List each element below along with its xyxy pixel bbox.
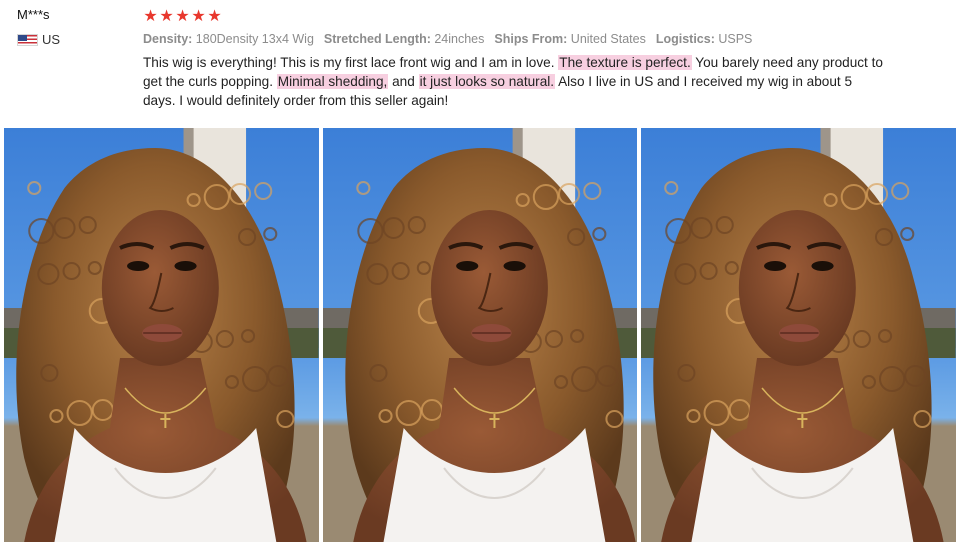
- review-text-segment: and: [388, 74, 419, 89]
- us-flag-icon: [17, 33, 38, 46]
- star-icon: ★: [191, 6, 206, 25]
- reviewer-name: M***s: [17, 7, 50, 22]
- review-photos: [4, 128, 957, 542]
- spec-item: Logistics: USPS: [656, 31, 753, 47]
- spec-key: Logistics:: [655, 32, 715, 46]
- star-icon: ★: [159, 6, 174, 25]
- spec-value: USPS: [714, 32, 753, 46]
- spec-item: Stretched Length: 24inches: [324, 31, 484, 47]
- highlighted-phrase: The texture is perfect.: [558, 55, 692, 70]
- reviewer-info: M***s US: [17, 6, 127, 47]
- spec-value: United States: [567, 32, 646, 46]
- star-icon: ★: [143, 6, 158, 25]
- spec-key: Stretched Length:: [323, 32, 431, 46]
- customer-photo-3[interactable]: [641, 128, 957, 542]
- highlighted-phrase: it just looks so natural.: [418, 74, 556, 89]
- spec-item: Density: 180Density 13x4 Wig: [143, 31, 314, 47]
- review-content: ★ ★ ★ ★ ★ Density: 180Density 13x4 Wig Stretc…: [143, 6, 933, 110]
- reviewer-country-label: US: [42, 32, 61, 47]
- review-text: This wig is everything! This is my first…: [143, 53, 883, 110]
- highlighted-phrase: Minimal shedding,: [276, 74, 389, 89]
- product-specs: Density: 180Density 13x4 Wig Stretched Le…: [143, 31, 933, 47]
- spec-key: Ships From:: [494, 32, 568, 46]
- spec-item: Ships From: United States: [494, 31, 645, 47]
- spec-key: Density:: [143, 32, 193, 46]
- star-icon: ★: [207, 6, 222, 25]
- customer-photo-2[interactable]: [322, 128, 638, 542]
- reviewer-country: US: [17, 32, 127, 47]
- spec-value: 24inches: [430, 32, 485, 46]
- star-icon: ★: [175, 6, 190, 25]
- spec-value: 180Density 13x4 Wig: [192, 32, 314, 46]
- review-text-segment: This wig is everything! This is my first…: [143, 55, 559, 70]
- star-rating: ★ ★ ★ ★ ★: [143, 6, 933, 26]
- customer-photo-1[interactable]: [4, 128, 319, 542]
